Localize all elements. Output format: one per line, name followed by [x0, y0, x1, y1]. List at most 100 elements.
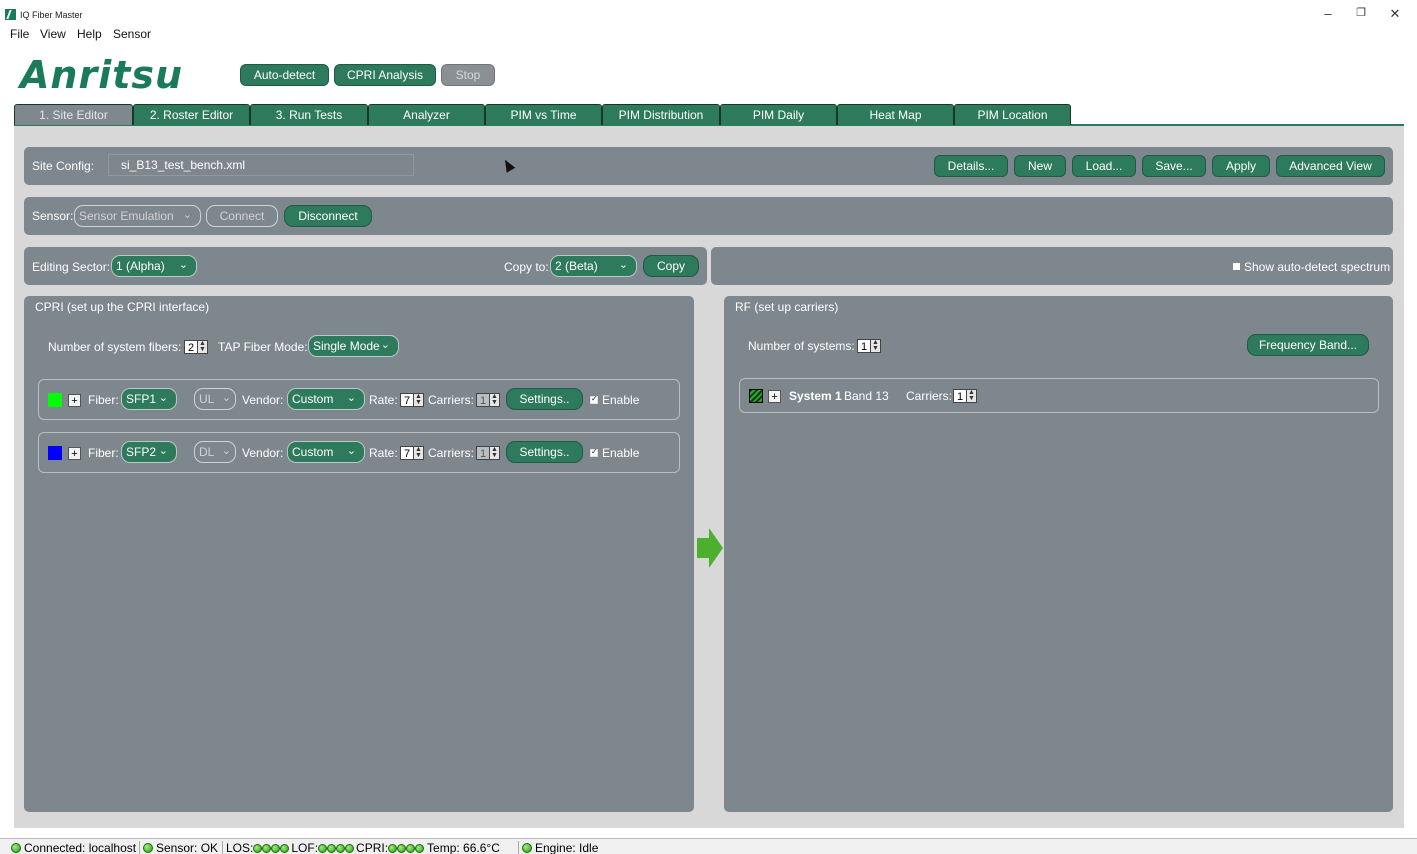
spin-arrows-icon[interactable]: ▲ ▼ [414, 393, 424, 407]
status-los-label: LOS: [226, 841, 254, 854]
minimize-button[interactable]: – [1314, 6, 1342, 21]
lof-indicator-icon [318, 843, 328, 853]
direction-select[interactable]: UL ⌄ [194, 388, 236, 410]
menu-file[interactable]: File [10, 27, 29, 41]
frequency-band-button[interactable]: Frequency Band... [1247, 334, 1369, 356]
auto-detect-button[interactable]: Auto-detect [240, 64, 329, 86]
cpri-indicator-icon [397, 843, 407, 853]
disconnect-button[interactable]: Disconnect [284, 205, 372, 227]
copy-to-select[interactable]: 2 (Beta) ⌄ [550, 255, 637, 277]
status-connected: Connected: localhost [8, 841, 136, 854]
system-band: Band 13 [844, 389, 889, 403]
load-button[interactable]: Load... [1072, 155, 1136, 177]
show-spectrum-checkbox[interactable] [1233, 263, 1240, 270]
close-button[interactable]: ✕ [1381, 6, 1409, 22]
num-fibers-spinbox[interactable]: 2 ▲ ▼ [184, 340, 208, 354]
carriers-spinbox[interactable]: 1 ▲ ▼ [476, 393, 500, 407]
spin-arrows-icon[interactable]: ▲ ▼ [198, 340, 208, 354]
num-systems-spinbox[interactable]: 1 ▲ ▼ [857, 339, 881, 353]
menu-sensor[interactable]: Sensor [113, 27, 151, 41]
spin-arrows-icon[interactable]: ▲ ▼ [414, 446, 424, 460]
tab-heat-map[interactable]: Heat Map [837, 104, 954, 125]
sensor-label: Sensor: [32, 209, 74, 223]
site-config-file-field[interactable]: si_B13_test_bench.xml [108, 154, 414, 176]
tab-pim-location[interactable]: PIM Location [954, 104, 1071, 125]
save-button[interactable]: Save... [1142, 155, 1206, 177]
tab-analyzer[interactable]: Analyzer [368, 104, 485, 125]
cpri-indicator-icon [388, 843, 398, 853]
num-systems-label: Number of systems: [748, 339, 855, 353]
vendor-select[interactable]: Custom ⌄ [287, 388, 365, 410]
connect-button[interactable]: Connect [206, 205, 278, 227]
chevron-down-icon: ⌄ [346, 392, 356, 404]
fiber-color-swatch[interactable] [48, 446, 62, 460]
rate-spinbox[interactable]: 7 ▲ ▼ [400, 446, 424, 460]
tab-bar: 1. Site Editor 2. Roster Editor 3. Run T… [14, 104, 1404, 126]
enable-label: Enable [602, 446, 640, 460]
los-indicator-icon [262, 843, 272, 853]
tab-pim-distribution[interactable]: PIM Distribution [602, 104, 720, 125]
show-spectrum-label: Show auto-detect spectrum [1244, 260, 1391, 274]
chevron-down-icon: ⌄ [158, 392, 168, 404]
editing-sector-label: Editing Sector: [32, 260, 111, 274]
tab-roster-editor[interactable]: 2. Roster Editor [133, 104, 250, 125]
num-fibers-value: 2 [184, 340, 198, 354]
system-color-swatch[interactable] [749, 389, 763, 403]
rate-label: Rate: [369, 446, 398, 460]
tab-pim-daily[interactable]: PIM Daily [720, 104, 837, 125]
spin-arrows-icon[interactable]: ▲ ▼ [871, 339, 881, 353]
rate-value: 7 [400, 393, 414, 407]
restore-button[interactable]: ❐ [1347, 6, 1375, 19]
fiber-settings-button[interactable]: Settings.. [506, 441, 583, 463]
cpri-analysis-button[interactable]: CPRI Analysis [334, 64, 436, 86]
status-cpri-label: CPRI: [356, 841, 389, 854]
enable-checkbox[interactable] [590, 394, 598, 404]
spin-arrows-icon[interactable]: ▲ ▼ [490, 446, 500, 460]
stop-button[interactable]: Stop [441, 64, 495, 86]
fiber-color-swatch[interactable] [48, 393, 62, 407]
spin-arrows-icon[interactable]: ▲ ▼ [490, 393, 500, 407]
status-lof-label: LOF: [291, 841, 319, 854]
details-button[interactable]: Details... [934, 155, 1008, 177]
spin-arrows-icon[interactable]: ▲ ▼ [967, 389, 977, 403]
menu-view[interactable]: View [40, 27, 66, 41]
enable-label: Enable [602, 393, 640, 407]
chevron-down-icon: ⌄ [158, 445, 168, 457]
cpri-panel: CPRI (set up the CPRI interface) Number … [24, 296, 694, 812]
status-sensor: Sensor: OK [139, 841, 218, 854]
fiber-settings-button[interactable]: Settings.. [506, 388, 583, 410]
fiber-label: Fiber: [88, 446, 119, 460]
carriers-spinbox[interactable]: 1 ▲ ▼ [476, 446, 500, 460]
copy-button[interactable]: Copy [643, 255, 699, 277]
editing-sector-select[interactable]: 1 (Alpha) ⌄ [111, 255, 197, 277]
advanced-view-button[interactable]: Advanced View [1276, 155, 1385, 177]
fiber-select[interactable]: SFP2 ⌄ [121, 441, 177, 463]
cpri-indicator-icon [415, 843, 425, 853]
menu-help[interactable]: Help [77, 27, 102, 41]
apply-button[interactable]: Apply [1212, 155, 1270, 177]
expand-plus-icon[interactable]: + [68, 447, 81, 460]
status-ok-icon [143, 843, 153, 853]
direction-select[interactable]: DL ⌄ [194, 441, 236, 463]
tab-site-editor[interactable]: 1. Site Editor [14, 104, 133, 125]
fiber-select[interactable]: SFP1 ⌄ [121, 388, 177, 410]
rate-spinbox[interactable]: 7 ▲ ▼ [400, 393, 424, 407]
spectrum-panel: Show auto-detect spectrum [711, 247, 1393, 285]
expand-plus-icon[interactable]: + [768, 390, 781, 403]
tap-fiber-mode-select[interactable]: Single Mode ⌄ [308, 335, 399, 357]
expand-plus-icon[interactable]: + [68, 394, 81, 407]
tab-pim-vs-time[interactable]: PIM vs Time [485, 104, 602, 125]
direction-value: UL [199, 392, 215, 406]
carriers-value: 1 [476, 393, 490, 407]
site-config-panel: Site Config: si_B13_test_bench.xml Detai… [24, 147, 1393, 185]
rf-panel-title: RF (set up carriers) [735, 300, 839, 314]
vendor-value: Custom [292, 392, 334, 406]
tab-run-tests[interactable]: 3. Run Tests [250, 104, 368, 125]
sensor-select[interactable]: Sensor Emulation ⌄ [74, 205, 201, 227]
new-button[interactable]: New [1014, 155, 1066, 177]
vendor-select[interactable]: Custom ⌄ [287, 441, 365, 463]
enable-checkbox[interactable] [590, 447, 598, 457]
status-sensor-text: Sensor: OK [156, 841, 219, 854]
system-carriers-spinbox[interactable]: 1 ▲ ▼ [953, 389, 977, 403]
cpri-indicator-icon [406, 843, 416, 853]
